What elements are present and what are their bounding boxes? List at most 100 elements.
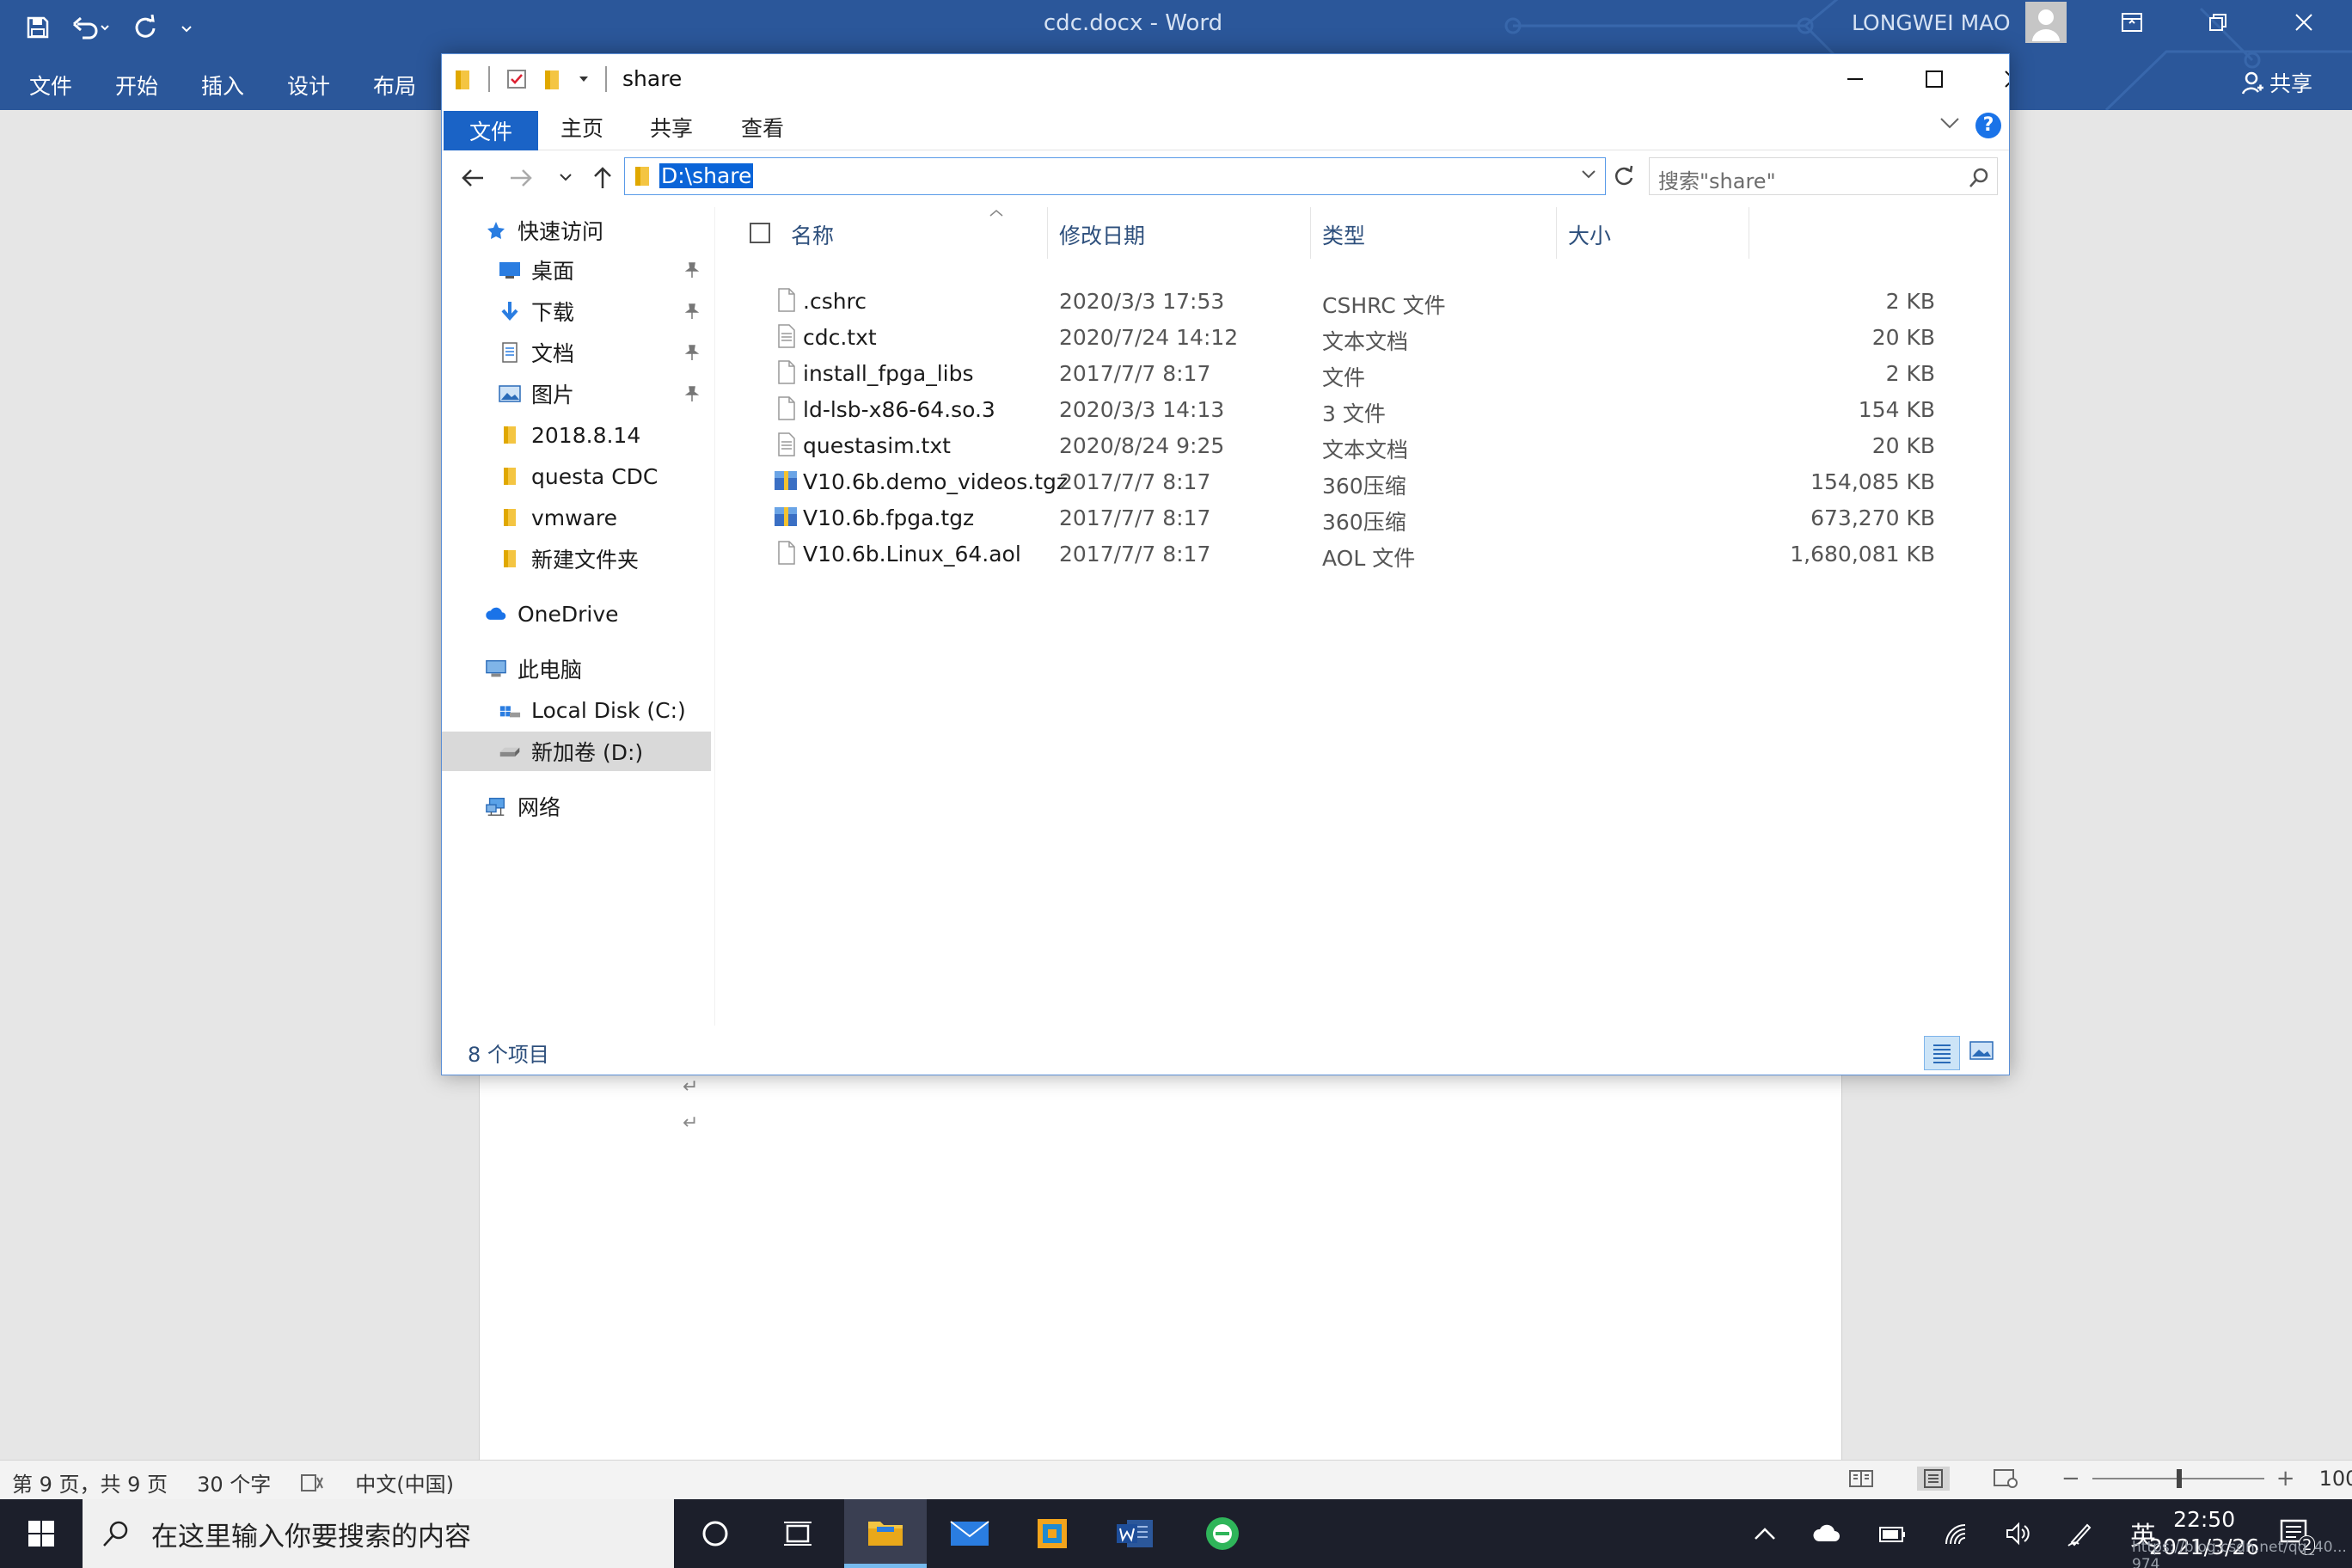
app-cube-icon[interactable]	[1011, 1499, 1093, 1568]
zoom-in-icon[interactable]: +	[2276, 1466, 2295, 1491]
web-layout-icon[interactable]	[1993, 1468, 2018, 1489]
battery-icon[interactable]	[1877, 1524, 1907, 1543]
table-row[interactable]: .cshrc 2020/3/3 17:53 CSHRC 文件 2 KB	[717, 283, 2009, 319]
chevron-up-icon[interactable]	[1754, 1527, 1776, 1540]
word-tab-layout[interactable]: 布局	[344, 70, 430, 101]
table-row[interactable]: cdc.txt 2020/7/24 14:12 文本文档 20 KB	[717, 319, 2009, 355]
column-type[interactable]: 类型	[1322, 219, 1365, 250]
table-row[interactable]: V10.6b.fpga.tgz 2017/7/7 8:17 360压缩 673,…	[717, 499, 2009, 536]
column-date[interactable]: 修改日期	[1059, 219, 1145, 250]
forward-arrow-icon[interactable]	[509, 166, 533, 190]
up-arrow-icon[interactable]	[591, 166, 614, 190]
nav-item-local-disk-c[interactable]: Local Disk (C:)	[442, 690, 715, 730]
column-divider[interactable]	[1047, 207, 1048, 259]
task-view-icon[interactable]	[756, 1499, 839, 1568]
nav-item-folder-vmware[interactable]: vmware	[442, 498, 715, 537]
word-count[interactable]: 30 个字	[197, 1467, 271, 1498]
details-view-icon[interactable]	[1924, 1036, 1960, 1070]
paragraph-mark-icon: ↵	[683, 1076, 699, 1098]
search-input[interactable]: 搜索"share"	[1649, 157, 1998, 195]
browser-icon[interactable]	[1181, 1499, 1264, 1568]
pin-icon[interactable]	[684, 261, 700, 279]
table-row[interactable]: install_fpga_libs 2017/7/7 8:17 文件 2 KB	[717, 355, 2009, 391]
pen-icon[interactable]	[2067, 1520, 2094, 1547]
table-row[interactable]: ld-lsb-x86-64.so.3 2020/3/3 14:13 3 文件 1…	[717, 391, 2009, 427]
zoom-out-icon[interactable]: −	[2061, 1466, 2080, 1491]
user-name[interactable]: LONGWEI MAO	[1852, 10, 2011, 35]
avatar[interactable]	[2025, 2, 2067, 43]
column-size[interactable]: 大小	[1568, 219, 1611, 250]
table-row[interactable]: V10.6b.Linux_64.aol 2017/7/7 8:17 AOL 文件…	[717, 536, 2009, 572]
select-all-checkbox[interactable]	[750, 223, 770, 243]
zoom-slider-thumb[interactable]	[2176, 1469, 2182, 1488]
nav-item-folder-new[interactable]: 新建文件夹	[442, 539, 715, 579]
table-row[interactable]: V10.6b.demo_videos.tgz 2017/7/7 8:17 360…	[717, 463, 2009, 499]
large-icons-view-icon[interactable]	[1969, 1038, 1994, 1063]
word-tab-file[interactable]: 文件	[0, 70, 86, 101]
recent-locations-icon[interactable]	[559, 173, 573, 183]
search-icon[interactable]	[1968, 167, 1990, 189]
nav-item-documents[interactable]: 文档	[442, 333, 715, 372]
pin-icon[interactable]	[684, 303, 700, 320]
new-folder-icon[interactable]	[543, 68, 562, 90]
wifi-icon[interactable]	[1943, 1522, 1969, 1546]
tab-home[interactable]: 主页	[560, 104, 603, 150]
address-dropdown-icon[interactable]	[1581, 168, 1596, 181]
nav-item-pictures[interactable]: 图片	[442, 374, 715, 413]
expand-ribbon-icon[interactable]	[1939, 116, 1960, 130]
nav-item-folder-2018[interactable]: 2018.8.14	[442, 415, 715, 455]
customize-toolbar-icon[interactable]	[578, 73, 590, 85]
mail-icon[interactable]	[928, 1499, 1011, 1568]
tab-share[interactable]: 共享	[650, 104, 693, 150]
nav-item-quick-access[interactable]: 快速访问	[442, 211, 715, 250]
close-icon[interactable]	[1974, 54, 2009, 104]
word-tab-home[interactable]: 开始	[86, 70, 172, 101]
address-bar[interactable]: D:\share	[624, 157, 1606, 195]
taskbar-search-box[interactable]: 在这里输入你要搜索的内容	[83, 1499, 674, 1568]
close-icon[interactable]	[2261, 5, 2347, 40]
tab-view[interactable]: 查看	[741, 104, 784, 150]
cloud-icon	[485, 604, 507, 623]
proofing-icon[interactable]	[300, 1473, 326, 1493]
address-path[interactable]: D:\share	[659, 163, 754, 188]
column-name[interactable]: 名称	[791, 219, 834, 250]
print-layout-icon[interactable]	[1917, 1467, 1950, 1491]
column-divider[interactable]	[1310, 207, 1311, 259]
tab-file[interactable]: 文件	[444, 111, 538, 150]
onedrive-icon[interactable]	[1812, 1524, 1841, 1543]
properties-icon[interactable]	[505, 68, 528, 90]
read-mode-icon[interactable]	[1848, 1468, 1874, 1489]
nav-item-onedrive[interactable]: OneDrive	[442, 594, 715, 634]
file-type: 3 文件	[1322, 401, 1386, 426]
word-tab-design[interactable]: 设计	[258, 70, 344, 101]
pin-icon[interactable]	[684, 344, 700, 361]
table-row[interactable]: questasim.txt 2020/8/24 9:25 文本文档 20 KB	[717, 427, 2009, 463]
help-icon[interactable]: ?	[1975, 113, 2001, 138]
share-label: 共享	[2269, 71, 2313, 96]
restore-icon[interactable]	[2175, 5, 2261, 40]
zoom-slider[interactable]	[2092, 1467, 2264, 1490]
share-button[interactable]: 共享	[2242, 67, 2312, 98]
nav-item-folder-questa[interactable]: questa CDC	[442, 456, 715, 496]
nav-item-new-volume-d[interactable]: 新加卷 (D:)	[442, 732, 711, 771]
column-divider[interactable]	[1556, 207, 1557, 259]
page-count[interactable]: 第 9 页，共 9 页	[12, 1467, 168, 1498]
language-indicator[interactable]: 中文(中国)	[355, 1467, 454, 1498]
cortana-icon[interactable]	[674, 1499, 756, 1568]
start-button[interactable]	[0, 1499, 83, 1568]
pin-icon[interactable]	[684, 385, 700, 402]
nav-item-desktop[interactable]: 桌面	[442, 250, 715, 290]
refresh-icon[interactable]	[1613, 164, 1635, 188]
zoom-level[interactable]: 100%	[2319, 1467, 2352, 1491]
volume-icon[interactable]	[2005, 1522, 2030, 1546]
back-arrow-icon[interactable]	[461, 166, 485, 190]
maximize-icon[interactable]	[1895, 54, 1974, 104]
minimize-icon[interactable]	[1816, 54, 1895, 104]
word-icon[interactable]	[1093, 1499, 1176, 1568]
file-explorer-taskbar-icon[interactable]	[844, 1499, 927, 1568]
nav-item-downloads[interactable]: 下载	[442, 291, 715, 331]
ribbon-display-options-icon[interactable]	[2089, 5, 2175, 40]
nav-item-this-pc[interactable]: 此电脑	[442, 649, 715, 689]
nav-item-network[interactable]: 网络	[442, 787, 715, 826]
word-tab-insert[interactable]: 插入	[172, 70, 258, 101]
